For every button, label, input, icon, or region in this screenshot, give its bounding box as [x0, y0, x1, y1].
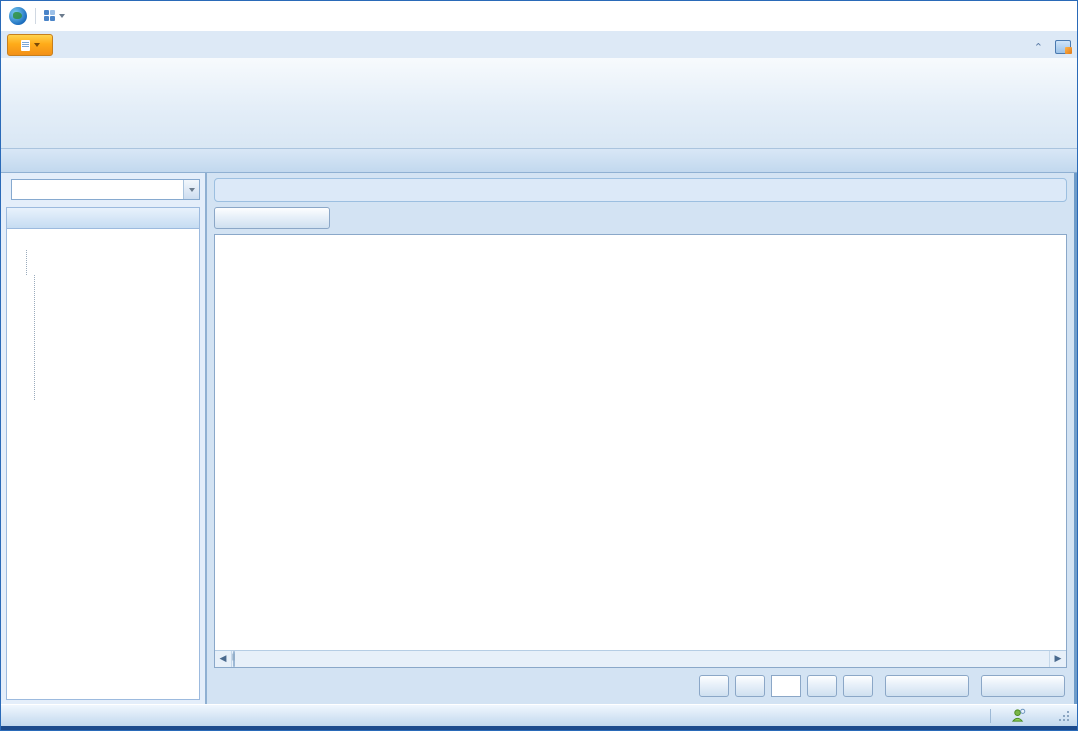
grid-footer [214, 668, 1067, 704]
chevron-down-icon [59, 14, 65, 18]
app-menu-icon [21, 40, 30, 51]
defect-grid: ◀ ▶ [214, 234, 1067, 668]
tree-panel-title [6, 207, 200, 229]
version-combobox[interactable] [11, 179, 200, 200]
grid-viewport [215, 235, 1066, 650]
scroll-left-arrow-icon[interactable]: ◀ [215, 651, 232, 667]
export-current-page-button[interactable] [885, 675, 969, 697]
content-panel: ◀ ▶ [207, 173, 1077, 704]
style-switch-icon[interactable] [1055, 40, 1071, 54]
scroll-right-arrow-icon[interactable]: ▶ [1049, 651, 1066, 667]
grid-toolbar [214, 202, 1067, 234]
tree-connector-line [26, 250, 27, 275]
collapse-ribbon-icon[interactable]: ⌃ [1034, 41, 1043, 54]
first-page-button[interactable] [699, 675, 729, 697]
online-users-indicator[interactable] [1011, 708, 1029, 723]
version-combobox-value [12, 180, 183, 199]
chevron-down-icon [34, 43, 40, 47]
resize-grip[interactable] [1059, 711, 1069, 721]
ribbon [1, 58, 1077, 149]
person-icon [1011, 708, 1026, 723]
scrollbar-track[interactable] [232, 651, 1049, 667]
combobox-dropdown-button[interactable] [183, 180, 199, 199]
defect-status-tree [6, 229, 200, 700]
next-page-button[interactable] [807, 675, 837, 697]
ribbon-tab-strip: ⌃ [1, 31, 1077, 58]
document-tab-bar [1, 149, 1077, 173]
horizontal-scrollbar[interactable]: ◀ ▶ [215, 650, 1066, 667]
prev-page-button[interactable] [735, 675, 765, 697]
title-bar [1, 1, 1077, 31]
application-menu-button[interactable] [7, 34, 53, 56]
export-all-pages-button[interactable] [981, 675, 1065, 697]
pager [699, 675, 1065, 697]
status-bar [1, 704, 1077, 730]
titlebar-separator [35, 8, 36, 24]
scrollbar-thumb[interactable] [233, 651, 235, 667]
page-number-input[interactable] [771, 675, 801, 697]
app-window: ⌃ [0, 0, 1078, 731]
sidebar [1, 173, 207, 704]
quick-access-layout-button[interactable] [44, 10, 65, 22]
filter-panel [214, 178, 1067, 202]
last-page-button[interactable] [843, 675, 873, 697]
tree-connector-line [34, 275, 35, 400]
main-area: ◀ ▶ [1, 173, 1077, 704]
app-logo-icon [9, 7, 27, 25]
statusbar-separator [990, 709, 991, 723]
layout-grid-icon [44, 10, 56, 22]
modify-display-items-button[interactable] [214, 207, 330, 229]
